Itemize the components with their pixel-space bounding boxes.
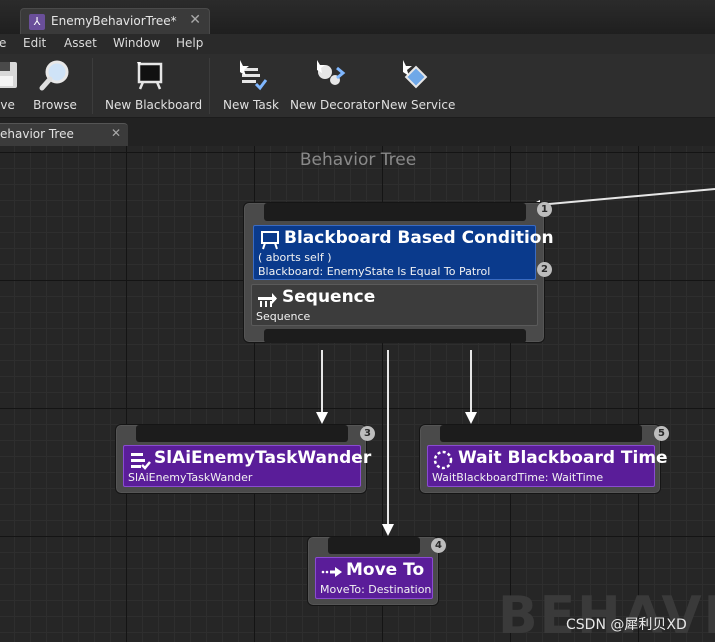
wander-task-block[interactable]: SlAiEnemyTaskWander SlAiEnemyTaskWander: [123, 445, 371, 487]
sequence-title: Sequence: [282, 287, 376, 307]
new-task-button[interactable]: New Task: [222, 58, 280, 112]
root-wire: [537, 188, 715, 206]
task-icon: [131, 453, 151, 470]
new-task-label: New Task: [223, 98, 279, 112]
browse-label: Browse: [33, 98, 77, 112]
menu-bar: e Edit Asset Window Help: [0, 34, 715, 54]
save-label: ave: [0, 98, 15, 112]
wait-task-block[interactable]: Wait Blackboard Time WaitBlackboardTime:…: [427, 445, 668, 487]
menu-help[interactable]: Help: [176, 36, 203, 50]
browse-button[interactable]: Browse: [32, 58, 78, 112]
move-to-task-block[interactable]: Move To MoveTo: Destination: [315, 557, 433, 599]
wander-title: SlAiEnemyTaskWander: [154, 448, 372, 468]
document-tab-label: EnemyBehaviorTree*: [51, 14, 177, 28]
output-pin[interactable]: [264, 329, 526, 343]
move-to-task-node[interactable]: Move To MoveTo: Destination: [307, 536, 439, 606]
editor-tab-row: ehavior Tree ✕: [0, 118, 715, 146]
new-task-icon: [240, 60, 268, 91]
blackboard-condition-decorator[interactable]: Blackboard Based Condition ( aborts self…: [253, 225, 554, 280]
new-decorator-label: New Decorator: [290, 98, 380, 112]
execution-index-badge: 4: [431, 538, 446, 553]
blackboard-icon: [261, 231, 279, 250]
toolbar-separator: [209, 58, 210, 114]
move-to-title: Move To: [346, 560, 425, 580]
sequence-subtitle: Sequence: [256, 310, 311, 323]
new-decorator-icon: [317, 60, 346, 85]
new-blackboard-button[interactable]: New Blackboard: [105, 58, 203, 112]
decorator-abort-mode: ( aborts self ): [258, 251, 332, 264]
input-pin[interactable]: [264, 203, 526, 221]
menu-window[interactable]: Window: [113, 36, 160, 50]
execution-index-badge: 3: [360, 426, 375, 441]
menu-edit[interactable]: Edit: [23, 36, 46, 50]
menu-asset[interactable]: Asset: [64, 36, 97, 50]
magnifier-icon: [39, 60, 69, 91]
document-tab[interactable]: ⅄ EnemyBehaviorTree* ✕: [20, 8, 210, 34]
blackboard-icon: [137, 62, 163, 90]
input-pin[interactable]: [440, 425, 642, 442]
input-pin[interactable]: [136, 425, 348, 442]
toolbar: ave Browse New Blackboard New Task: [0, 54, 715, 118]
behavior-tree-tab-label: ehavior Tree: [0, 127, 74, 141]
save-button[interactable]: ave: [0, 58, 22, 112]
close-editor-tab-icon[interactable]: ✕: [111, 126, 121, 140]
input-pin[interactable]: [328, 537, 420, 554]
save-icon: [0, 62, 17, 88]
new-service-label: New Service: [381, 98, 456, 112]
sequence-icon: [258, 293, 277, 307]
execution-index-badge: 1: [537, 202, 552, 217]
move-arrow-icon: [321, 567, 342, 577]
new-service-icon: [403, 60, 428, 89]
toolbar-separator: [92, 58, 93, 114]
menu-file[interactable]: e: [0, 36, 6, 50]
decorator-title: Blackboard Based Condition: [284, 228, 554, 248]
credit-watermark: CSDN @犀利贝XD: [566, 617, 687, 633]
wander-subtitle: SlAiEnemyTaskWander: [128, 471, 253, 484]
wait-icon: [433, 450, 453, 470]
wait-title: Wait Blackboard Time: [458, 448, 668, 468]
execution-index-badge: 2: [537, 262, 552, 277]
behavior-tree-asset-icon: ⅄: [29, 14, 45, 30]
wander-task-node[interactable]: SlAiEnemyTaskWander SlAiEnemyTaskWander: [115, 424, 371, 494]
close-tab-icon[interactable]: ✕: [189, 12, 201, 28]
new-decorator-button[interactable]: New Decorator: [290, 58, 380, 112]
wait-subtitle: WaitBlackboardTime: WaitTime: [432, 471, 604, 484]
new-blackboard-label: New Blackboard: [105, 98, 203, 112]
new-service-button[interactable]: New Service: [381, 58, 456, 112]
wire-to-move-to-arrow: [382, 524, 394, 536]
wire-to-wait-arrow: [465, 412, 477, 424]
decorator-condition: Blackboard: EnemyState Is Equal To Patro…: [258, 265, 491, 278]
graph-canvas[interactable]: Behavior Tree Blackboard Based Condition…: [0, 146, 715, 642]
sequence-node[interactable]: Blackboard Based Condition ( aborts self…: [243, 202, 554, 343]
execution-index-badge: 5: [654, 426, 669, 441]
move-to-subtitle: MoveTo: Destination: [320, 583, 432, 596]
wire-to-wander-arrow: [316, 412, 328, 424]
wait-task-node[interactable]: Wait Blackboard Time WaitBlackboardTime:…: [419, 424, 668, 494]
title-bar: ⅄ EnemyBehaviorTree* ✕: [0, 0, 715, 34]
sequence-composite[interactable]: Sequence Sequence: [251, 284, 538, 326]
behavior-tree-tab[interactable]: ehavior Tree ✕: [0, 123, 128, 146]
